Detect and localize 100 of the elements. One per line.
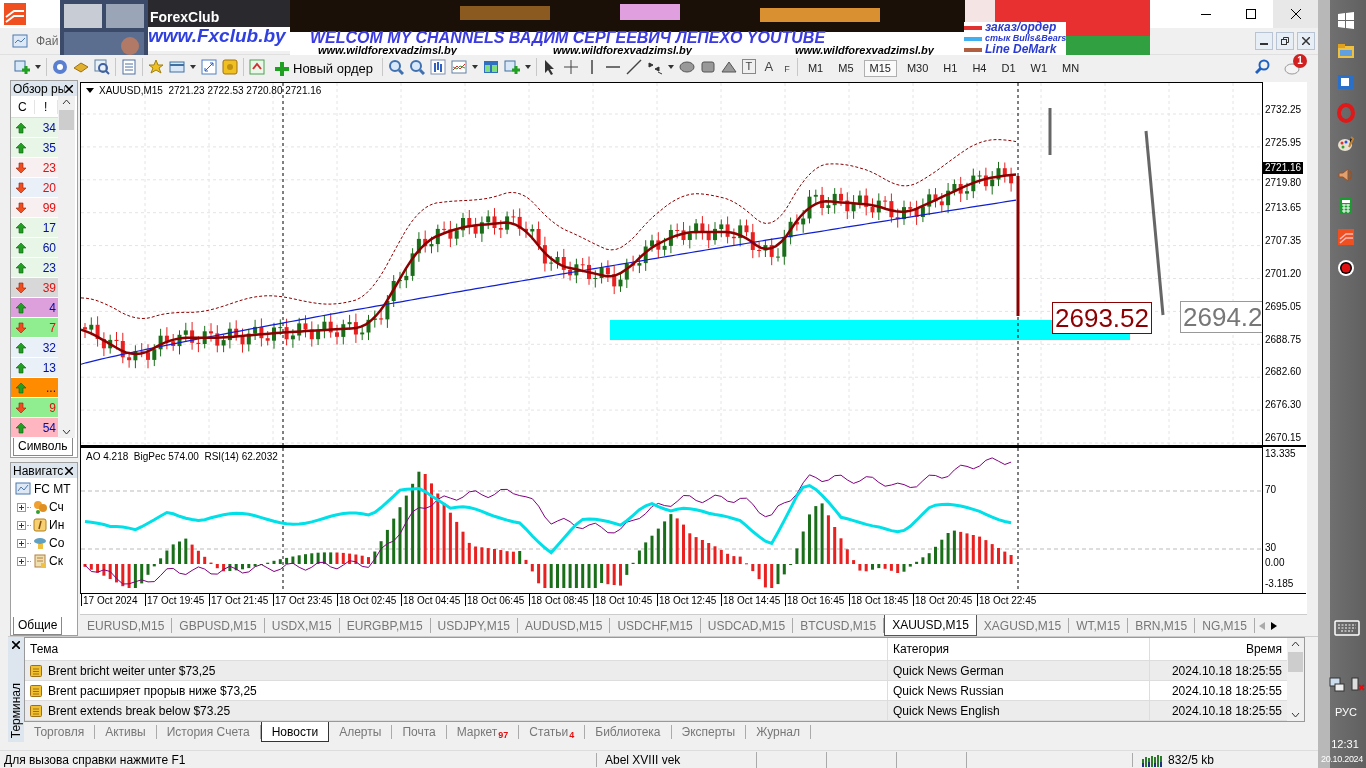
tree-item[interactable]: Ин [49, 518, 65, 532]
chart-tab[interactable]: BRN,M15 [1128, 618, 1196, 633]
scroll-up-icon[interactable] [62, 99, 71, 105]
star-icon[interactable] [148, 58, 164, 75]
trend-line-icon[interactable] [625, 58, 642, 75]
tree-item[interactable]: Сч [49, 500, 64, 514]
news-row[interactable]: Brent bricht weiter unter $73,25 Quick News German 2024.10.18 18:25:55 [25, 661, 1287, 681]
expander-icon[interactable] [17, 538, 26, 548]
column-header[interactable]: С [11, 99, 35, 114]
chart-tab[interactable]: AUDUSD,M15 [518, 618, 611, 633]
caret-icon[interactable] [471, 64, 478, 69]
symbol-row[interactable]: 34 [11, 118, 58, 138]
scroll-right-icon[interactable] [1270, 621, 1277, 630]
tree-item[interactable]: Со [49, 536, 65, 550]
palette-icon[interactable] [1336, 133, 1356, 154]
language-indicator[interactable]: РУС [1335, 706, 1357, 718]
symbol-row[interactable]: 23 [11, 258, 58, 278]
timeframe-button[interactable]: M15 [863, 59, 897, 77]
timeframe-button[interactable]: W1 [1025, 59, 1052, 77]
timeframe-button[interactable]: M30 [901, 59, 934, 77]
symbol-row[interactable]: 17 [11, 218, 58, 238]
news-row[interactable]: Brent extends break below $73.25 Quick News English 2024.10.18 18:25:55 [25, 701, 1287, 721]
symbol-row[interactable]: 35 [11, 138, 58, 158]
timeframe-button[interactable]: M1 [802, 59, 829, 77]
column-header[interactable]: Тема [25, 638, 887, 660]
windows-icon[interactable] [1336, 9, 1356, 30]
keyboard-icon[interactable] [1334, 620, 1360, 636]
terminal-tab[interactable]: Активы [95, 725, 157, 739]
chart-tab[interactable]: USDCHF,M15 [610, 618, 701, 633]
scroll-thumb[interactable] [1288, 652, 1303, 672]
caret-icon[interactable] [667, 64, 674, 69]
caret-icon[interactable] [524, 64, 531, 69]
chart-tab[interactable]: XAUUSD,M15 [884, 615, 977, 636]
scrollbar[interactable] [1287, 638, 1304, 721]
chart-tab[interactable]: USDJPY,M15 [430, 618, 519, 633]
help-icon[interactable] [52, 58, 68, 75]
chart-tab[interactable]: USDX,M15 [264, 618, 340, 633]
symbol-row[interactable]: 4 [11, 298, 58, 318]
network-icon[interactable] [1329, 676, 1345, 692]
close-icon[interactable] [12, 641, 20, 649]
text-tool-button[interactable]: T [741, 59, 756, 74]
chart-tab[interactable]: EURUSD,M15 [80, 618, 173, 633]
text-tool-button[interactable]: A [760, 57, 777, 76]
symbol-row[interactable]: ... [11, 378, 58, 398]
zoom-in-icon[interactable] [387, 58, 404, 75]
zoom-out-icon[interactable] [408, 58, 425, 75]
close-icon[interactable] [65, 466, 73, 475]
terminal-tab[interactable]: Библиотека [585, 725, 672, 739]
scrollbar[interactable] [58, 96, 75, 438]
child-close-button[interactable] [1297, 32, 1315, 50]
new-order-button[interactable]: Новый ордер [270, 59, 377, 77]
bar-chart-icon[interactable] [429, 58, 446, 75]
symbol-row[interactable]: 60 [11, 238, 58, 258]
expander-icon[interactable] [17, 520, 26, 530]
app-logo-icon[interactable] [1336, 226, 1356, 247]
scroll-down-icon[interactable] [62, 429, 71, 435]
caret-icon[interactable] [190, 64, 196, 69]
chart-tab[interactable]: GBPUSD,M15 [172, 618, 265, 633]
tree-item[interactable]: FC MT [34, 482, 71, 496]
chart-icon[interactable] [249, 58, 265, 75]
indicator-icon[interactable] [450, 58, 467, 75]
child-restore-button[interactable] [1276, 32, 1294, 50]
tree-item[interactable]: Ск [49, 554, 63, 568]
chart-tab[interactable]: WT,M15 [1069, 618, 1129, 633]
caret-icon[interactable] [35, 64, 41, 69]
scroll-up-icon[interactable] [1291, 641, 1300, 647]
terminal-tab[interactable]: Алерты [329, 725, 393, 739]
terminal-tab[interactable]: Почта [392, 725, 447, 739]
symbol-row[interactable]: 20 [11, 178, 58, 198]
terminal-tab[interactable]: Журнал [746, 725, 812, 739]
panel-tab[interactable]: Символь [13, 438, 73, 456]
timeframe-button[interactable]: H1 [938, 59, 963, 77]
menu-item[interactable]: Фай [36, 32, 59, 50]
chat-icon[interactable] [1284, 60, 1300, 77]
timeframe-button[interactable]: MN [1057, 59, 1085, 77]
dropdown-icon[interactable] [86, 88, 94, 93]
timeframe-button[interactable]: D1 [996, 59, 1021, 77]
child-minimize-button[interactable] [1255, 32, 1273, 50]
rectangle-icon[interactable] [699, 58, 716, 75]
new-chart-icon[interactable] [14, 58, 30, 75]
symbol-row[interactable]: 23 [11, 158, 58, 178]
ellipse-icon[interactable] [678, 58, 695, 75]
terminal-tab[interactable]: Торговля [24, 725, 96, 739]
news-row[interactable]: Brent расширяет прорыв ниже $73,25 Quick News Russian 2024.10.18 18:25:55 [25, 681, 1287, 701]
terminal-tab[interactable]: Новости [260, 722, 330, 742]
expander-icon[interactable] [17, 556, 26, 566]
panel-tab[interactable]: Общие [13, 617, 63, 635]
chart-tab[interactable]: NG,M15 [1195, 618, 1255, 633]
zoom-window-icon[interactable] [94, 58, 110, 75]
window-icon[interactable] [169, 58, 185, 75]
scroll-thumb[interactable] [59, 110, 74, 130]
search-icon[interactable] [1255, 58, 1271, 75]
close-icon[interactable] [65, 84, 73, 93]
chart-tab[interactable]: USDCAD,M15 [700, 618, 794, 633]
text-tool-button[interactable]: F [781, 57, 792, 76]
column-header[interactable]: Категория [887, 638, 1149, 660]
symbol-row[interactable]: 54 [11, 418, 58, 438]
tile-icon[interactable] [482, 58, 499, 75]
symbol-row[interactable]: 32 [11, 338, 58, 358]
clock-time[interactable]: 12:31 [1331, 738, 1359, 750]
